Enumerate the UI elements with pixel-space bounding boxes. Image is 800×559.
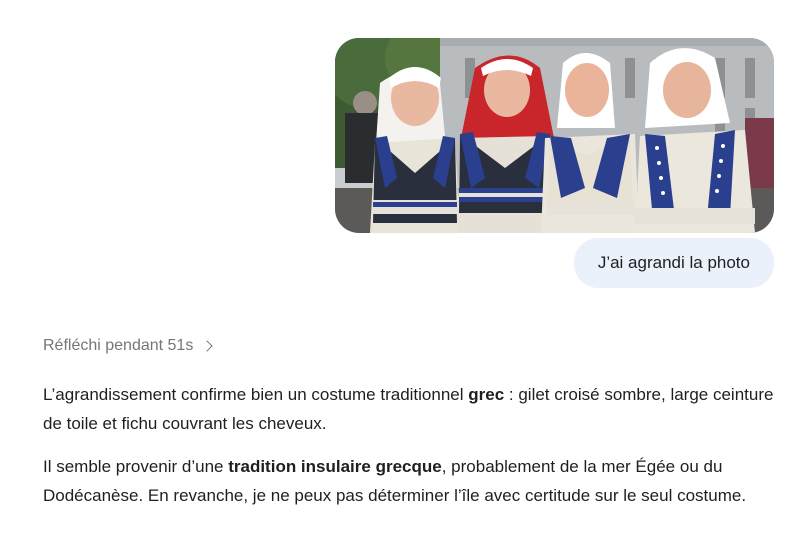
paragraph-text: L’agrandissement confirme bien un costum… (43, 385, 469, 404)
assistant-response: L’agrandissement confirme bien un costum… (43, 380, 778, 524)
paragraph-text: Il semble provenir d’une (43, 457, 229, 476)
user-message-text: J’ai agrandi la photo (597, 253, 750, 272)
response-paragraph: Il semble provenir d’une tradition insul… (43, 452, 778, 510)
response-paragraph: L’agrandissement confirme bien un costum… (43, 380, 778, 438)
user-message-bubble: J’ai agrandi la photo (573, 238, 774, 288)
bottom-fade (0, 549, 800, 559)
chevron-right-icon (201, 340, 213, 352)
bold-term: tradition insulaire grecque (228, 457, 442, 476)
user-uploaded-photo[interactable] (335, 38, 774, 233)
thinking-label: Réfléchi pendant 51s (43, 337, 194, 354)
bold-term: grec (468, 385, 505, 404)
thinking-toggle[interactable]: Réfléchi pendant 51s (43, 337, 213, 355)
chat-page: J’ai agrandi la photo Réfléchi pendant 5… (0, 0, 800, 559)
